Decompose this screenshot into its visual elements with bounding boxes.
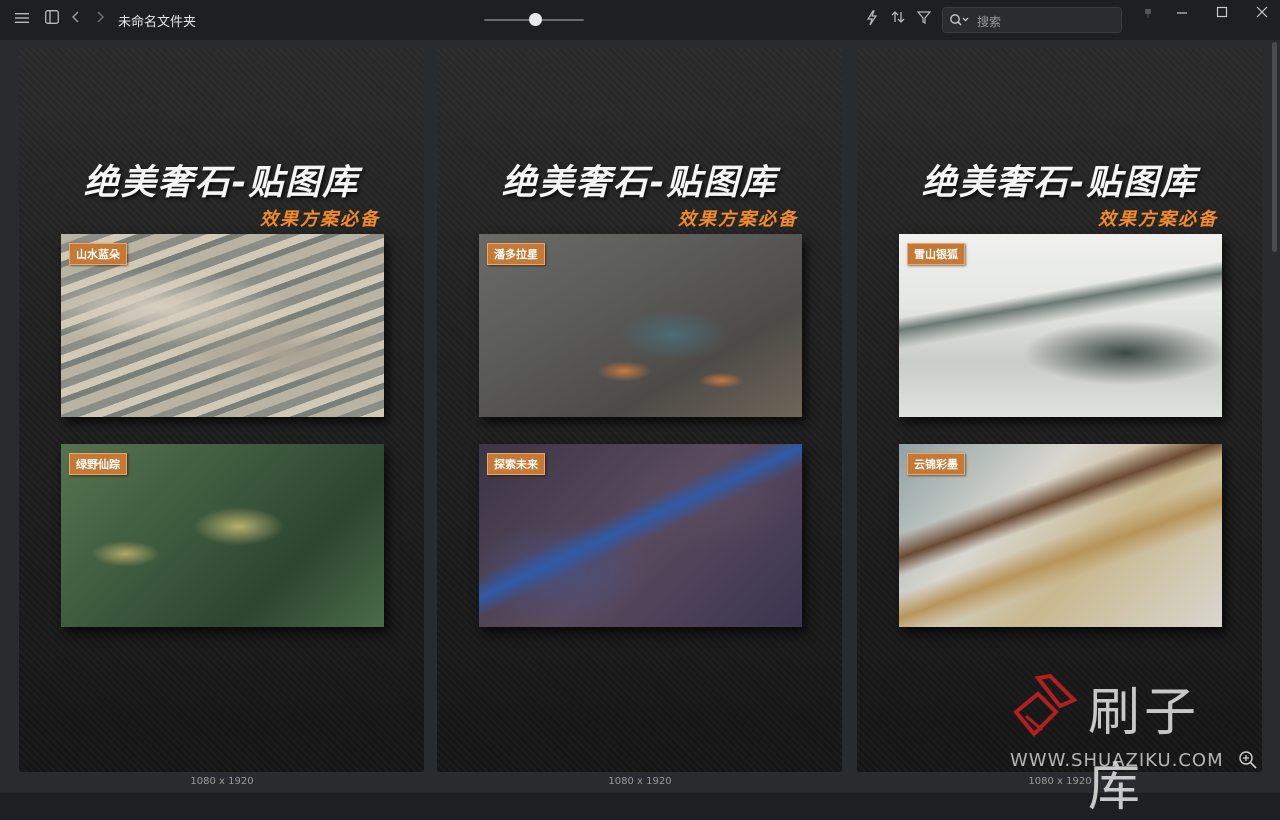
maximize-icon[interactable] [1210, 4, 1234, 22]
stone-label: 探索未来 [487, 453, 545, 475]
stone-label: 雪山银狐 [907, 243, 965, 265]
stone-swatch: 雪山银狐 [899, 234, 1222, 417]
watermark: 刷子库 WWW.SHUAZIKU.COM [1008, 670, 1248, 818]
card-title: 绝美奢石-贴图库 [501, 163, 778, 203]
search-box[interactable]: 搜索 [942, 7, 1122, 33]
card-subtitle: 效果方案必备 [260, 209, 380, 230]
card-subtitle: 效果方案必备 [678, 209, 798, 230]
close-icon[interactable] [1250, 4, 1274, 22]
pin-icon[interactable] [1136, 4, 1160, 22]
stone-label: 山水蓝朵 [69, 243, 127, 265]
stone-swatch: 探索未来 [479, 444, 802, 627]
back-icon[interactable] [66, 10, 86, 30]
stone-label: 云锦彩墨 [907, 453, 965, 475]
title-bar: 未命名文件夹 搜索 [0, 0, 1280, 40]
lightning-icon[interactable] [862, 10, 882, 30]
stone-swatch: 绿野仙踪 [61, 444, 384, 627]
watermark-url: WWW.SHUAZIKU.COM [1010, 750, 1224, 771]
zoom-slider-thumb[interactable] [529, 13, 542, 26]
brush-logo-icon [1013, 673, 1078, 737]
stone-swatch: 山水蓝朵 [61, 234, 384, 417]
menu-icon[interactable] [12, 10, 32, 30]
scrollbar[interactable] [1272, 42, 1277, 252]
stone-label: 潘多拉星 [487, 243, 545, 265]
forward-icon[interactable] [90, 10, 110, 30]
image-dimensions: 1080 x 1920 [190, 776, 254, 787]
filter-icon[interactable] [914, 10, 934, 30]
card-title: 绝美奢石-贴图库 [921, 163, 1198, 203]
image-thumbnail-3[interactable]: 绝美奢石-贴图库 效果方案必备 雪山银狐 云锦彩墨 [857, 48, 1262, 772]
stone-swatch: 潘多拉星 [479, 234, 802, 417]
image-thumbnail-2[interactable]: 绝美奢石-贴图库 效果方案必备 潘多拉星 探索未来 [437, 48, 842, 772]
stone-swatch: 云锦彩墨 [899, 444, 1222, 627]
minimize-icon[interactable] [1170, 4, 1194, 22]
zoom-in-icon[interactable] [1238, 750, 1258, 770]
image-thumbnail-1[interactable]: 绝美奢石-贴图库 效果方案必备 山水蓝朵 绿野仙踪 [19, 48, 424, 772]
folder-title: 未命名文件夹 [118, 15, 197, 30]
sidebar-toggle-icon[interactable] [42, 10, 62, 30]
card-title: 绝美奢石-贴图库 [83, 163, 360, 203]
stone-label: 绿野仙踪 [69, 453, 127, 475]
card-subtitle: 效果方案必备 [1098, 209, 1218, 230]
search-icon[interactable] [949, 12, 971, 28]
watermark-brand: 刷子库 [1088, 683, 1201, 818]
sort-icon[interactable] [888, 10, 908, 30]
image-dimensions: 1080 x 1920 [608, 776, 672, 787]
search-input[interactable]: 搜索 [977, 13, 1001, 30]
